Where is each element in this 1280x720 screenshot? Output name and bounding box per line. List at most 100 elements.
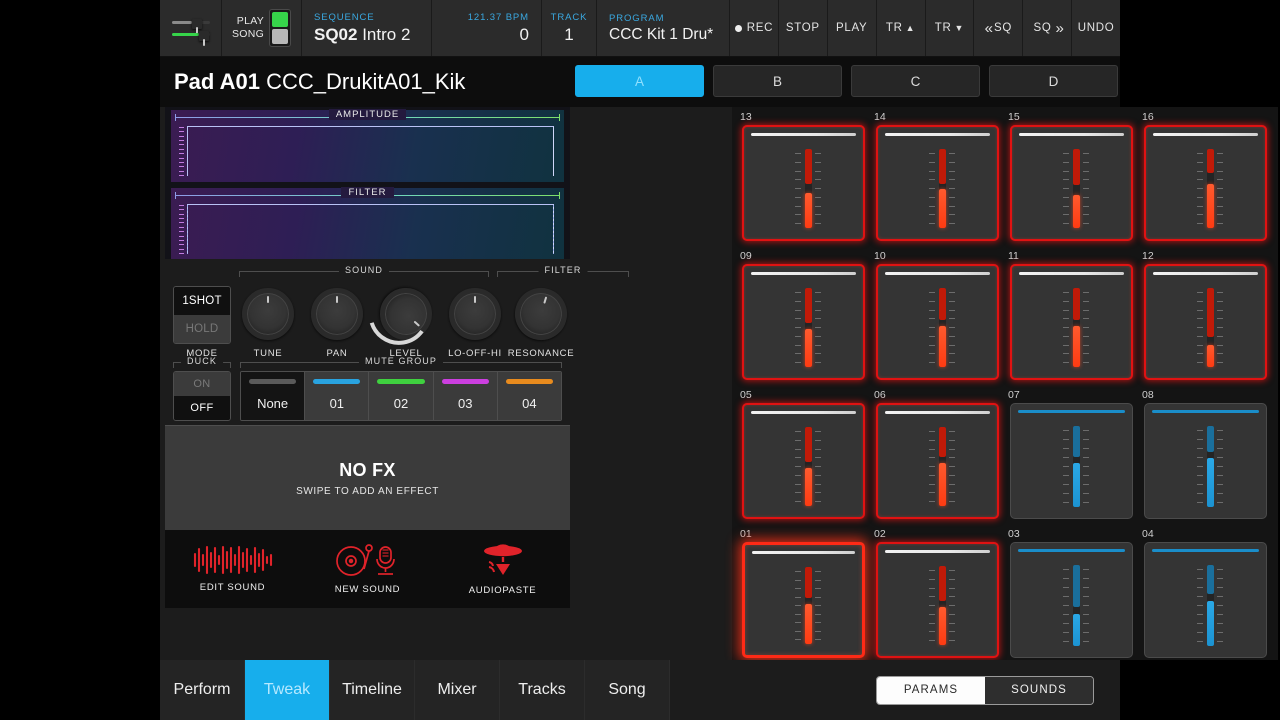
track-field[interactable]: TRACK 1 xyxy=(542,0,597,56)
amplitude-envelope[interactable]: AMPLITUDE xyxy=(171,109,564,182)
sq-next-button[interactable]: SQ» xyxy=(1023,0,1073,56)
bank-button-a[interactable]: A xyxy=(575,65,704,97)
pad-05[interactable] xyxy=(742,403,865,519)
pad-06[interactable] xyxy=(876,403,999,519)
pad-07[interactable] xyxy=(1010,403,1133,519)
pad-level-slider[interactable] xyxy=(1056,149,1096,228)
pad-level-slider[interactable] xyxy=(1190,565,1230,646)
sequence-field[interactable]: SEQUENCE SQ02 Intro 2 xyxy=(302,0,432,56)
slider-fill xyxy=(1072,463,1080,507)
mute-group-01[interactable]: 01 xyxy=(305,372,370,420)
pan-knob[interactable] xyxy=(311,288,363,340)
mode-toggle[interactable]: 1SHOT HOLD xyxy=(173,286,231,344)
pad-02[interactable] xyxy=(876,542,999,658)
track-up-button[interactable]: TR ▲ xyxy=(877,0,926,56)
pad-level-slider[interactable] xyxy=(922,149,962,228)
sq-prev-button[interactable]: «SQ xyxy=(974,0,1024,56)
undo-button[interactable]: UNDO xyxy=(1072,0,1120,56)
amplitude-curve xyxy=(187,126,554,176)
slider-fill xyxy=(1072,325,1080,367)
params-option[interactable]: PARAMS xyxy=(877,676,985,704)
pad-13[interactable] xyxy=(742,125,865,241)
mode-option-1shot[interactable]: 1SHOT xyxy=(174,287,230,315)
pad-11[interactable] xyxy=(1010,264,1133,380)
pad-header: Pad A01 CCC_DrukitA01_Kik A B C D xyxy=(160,57,1120,107)
pad-12[interactable] xyxy=(1144,264,1267,380)
mute-group-02[interactable]: 02 xyxy=(369,372,434,420)
slider-ticks-r xyxy=(1216,569,1223,642)
pad-level-slider[interactable] xyxy=(922,288,962,367)
tab-timeline[interactable]: Timeline xyxy=(330,660,415,720)
pad-10[interactable] xyxy=(876,264,999,380)
rec-button[interactable]: REC xyxy=(730,0,779,56)
slider-ticks-r xyxy=(814,153,821,224)
new-sound-button[interactable]: NEW SOUND xyxy=(300,530,435,608)
tab-perform[interactable]: Perform xyxy=(160,660,245,720)
track-down-button[interactable]: TR ▼ xyxy=(926,0,975,56)
bank-button-c[interactable]: C xyxy=(851,65,980,97)
slider-ticks-l xyxy=(928,153,935,224)
slider-ticks-r xyxy=(1082,569,1089,642)
pad-03[interactable] xyxy=(1010,542,1133,658)
play-button[interactable]: PLAY xyxy=(828,0,877,56)
transport-buttons: REC STOP PLAY TR ▲ TR ▼ «SQ SQ» UNDO xyxy=(730,0,1120,56)
slider-upper-segment xyxy=(804,567,812,598)
duck-toggle[interactable]: ON OFF xyxy=(173,371,231,421)
level-knob[interactable] xyxy=(368,277,443,351)
fx-slot[interactable]: NO FX SWIPE TO ADD AN EFFECT xyxy=(165,425,570,530)
pad-cell-07: 07 xyxy=(1006,389,1137,521)
mute-group-04[interactable]: 04 xyxy=(497,372,561,420)
pad-level-slider[interactable] xyxy=(788,149,828,228)
pad-16[interactable] xyxy=(1144,125,1267,241)
pad-level-slider[interactable] xyxy=(1056,565,1096,646)
play-song-toggle[interactable]: PLAY SONG xyxy=(222,0,302,56)
pad-09[interactable] xyxy=(742,264,865,380)
pad-level-slider[interactable] xyxy=(788,567,828,644)
tune-knob[interactable] xyxy=(242,288,294,340)
pad-level-slider[interactable] xyxy=(1056,288,1096,367)
bpm-field[interactable]: 121.37 BPM 0 xyxy=(432,0,542,56)
pad-level-slider[interactable] xyxy=(788,427,828,506)
sounds-option[interactable]: SOUNDS xyxy=(985,676,1093,704)
pad-08[interactable] xyxy=(1144,403,1267,519)
slider-fill xyxy=(804,603,812,644)
tab-tracks[interactable]: Tracks xyxy=(500,660,585,720)
master-slider[interactable] xyxy=(171,18,210,34)
pad-04[interactable] xyxy=(1144,542,1267,658)
slider-fill xyxy=(938,188,946,228)
pad-level-slider[interactable] xyxy=(1190,288,1230,367)
pad-level-slider[interactable] xyxy=(922,427,962,506)
lo-off-hi-knob[interactable] xyxy=(449,288,501,340)
bank-button-d[interactable]: D xyxy=(989,65,1118,97)
pad-level-slider[interactable] xyxy=(788,288,828,367)
filter-envelope[interactable]: FILTER xyxy=(171,187,564,259)
program-field[interactable]: PROGRAM CCC Kit 1 Dru* xyxy=(597,0,730,56)
bank-button-b[interactable]: B xyxy=(713,65,842,97)
cue-slider[interactable] xyxy=(171,30,210,46)
program-value: CCC Kit 1 Dru* xyxy=(609,25,714,43)
mode-option-hold[interactable]: HOLD xyxy=(174,315,230,343)
play-label-btn: PLAY xyxy=(836,22,868,34)
stop-button[interactable]: STOP xyxy=(779,0,828,56)
slider-ticks-r xyxy=(948,431,955,502)
pad-level-slider[interactable] xyxy=(1190,426,1230,507)
duck-option-on[interactable]: ON xyxy=(174,372,230,396)
pad-top-bar xyxy=(1018,549,1125,552)
edit-sound-button[interactable]: EDIT SOUND xyxy=(165,530,300,608)
mute-group-03-bar xyxy=(441,379,489,384)
pad-15[interactable] xyxy=(1010,125,1133,241)
audiopaste-button[interactable]: AUDIOPASTE xyxy=(435,530,570,608)
pad-01[interactable] xyxy=(742,542,865,658)
tab-mixer[interactable]: Mixer xyxy=(415,660,500,720)
mute-group-03[interactable]: 03 xyxy=(433,372,498,420)
pad-level-slider[interactable] xyxy=(1190,149,1230,228)
tab-tweak[interactable]: Tweak xyxy=(245,660,330,720)
pad-level-slider[interactable] xyxy=(1056,426,1096,507)
tab-song[interactable]: Song xyxy=(585,660,670,720)
pad-14[interactable] xyxy=(876,125,999,241)
duck-option-off[interactable]: OFF xyxy=(174,396,230,420)
mute-group-none[interactable]: None xyxy=(241,372,306,420)
resonance-knob[interactable] xyxy=(508,281,574,347)
play-song-switch[interactable] xyxy=(269,9,292,47)
pad-level-slider[interactable] xyxy=(922,566,962,645)
